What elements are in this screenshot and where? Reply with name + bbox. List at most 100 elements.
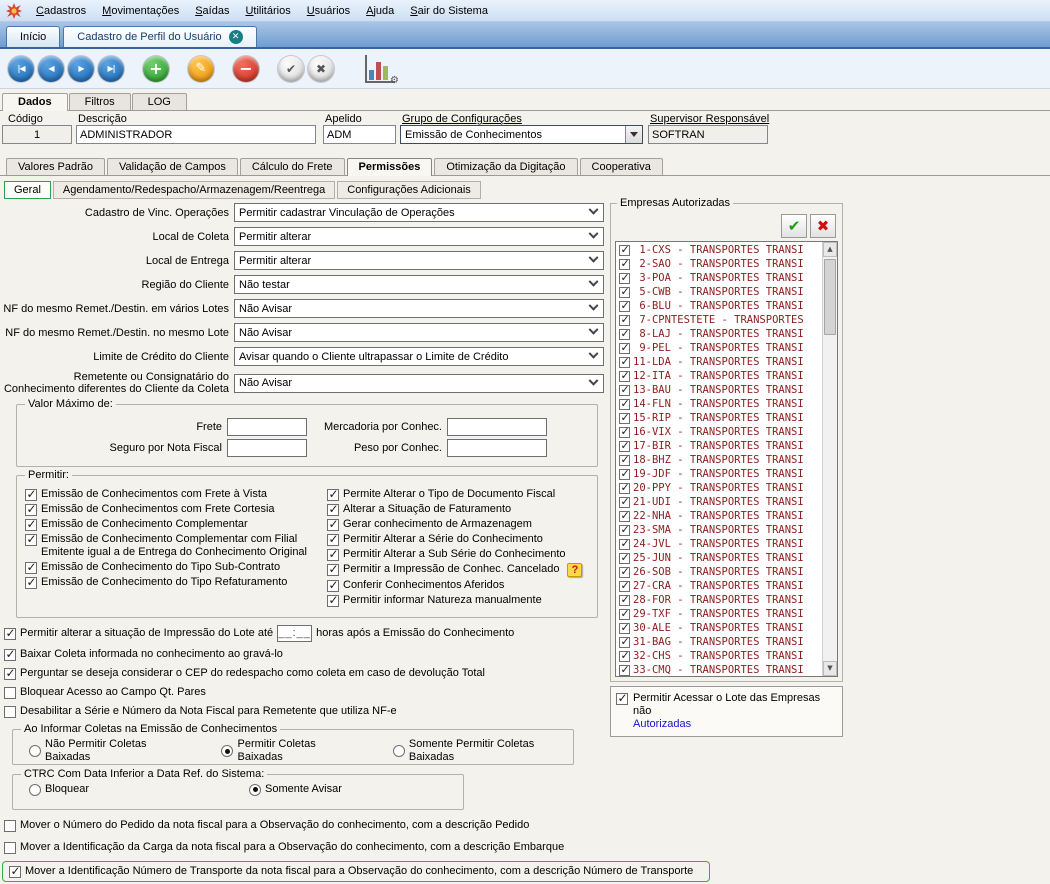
radio-button[interactable]: [29, 745, 41, 757]
company-checkbox[interactable]: [619, 287, 630, 298]
company-checkbox[interactable]: [619, 665, 630, 676]
checkbox[interactable]: [4, 649, 16, 661]
checkbox[interactable]: [327, 489, 339, 501]
company-checkbox[interactable]: [619, 637, 630, 648]
permission-checkbox-item[interactable]: Emissão de Conhecimento do Tipo Refatura…: [25, 576, 327, 589]
company-checkbox[interactable]: [619, 413, 630, 424]
seguro-nota-fiscal-field[interactable]: [227, 439, 307, 457]
checkbox[interactable]: [4, 842, 16, 854]
company-row[interactable]: 20-PPY - TRANSPORTES TRANSI: [616, 481, 822, 495]
radio-option[interactable]: Não Permitir Coletas Baixadas: [29, 738, 179, 764]
company-checkbox[interactable]: [619, 469, 630, 480]
company-row[interactable]: 19-JDF - TRANSPORTES TRANSI: [616, 467, 822, 481]
checkbox[interactable]: [25, 577, 37, 589]
impressao-lote-row[interactable]: Permitir alterar a situação de Impressão…: [0, 625, 604, 642]
company-row[interactable]: 6-BLU - TRANSPORTES TRANSI: [616, 299, 822, 313]
dropdown[interactable]: Avisar quando o Cliente ultrapassar o Li…: [234, 347, 604, 366]
permission-checkbox-item[interactable]: Alterar a Situação de Faturamento: [327, 503, 589, 516]
checkbox[interactable]: [4, 668, 16, 680]
checkbox[interactable]: [327, 595, 339, 607]
permission-checkbox-item[interactable]: Permitir Alterar a Sub Série do Conhecim…: [327, 548, 589, 561]
company-row[interactable]: 16-VIX - TRANSPORTES TRANSI: [616, 425, 822, 439]
radio-option[interactable]: Somente Permitir Coletas Baixadas: [393, 738, 565, 764]
company-row[interactable]: 15-RIP - TRANSPORTES TRANSI: [616, 411, 822, 425]
company-checkbox[interactable]: [619, 539, 630, 550]
apelido-field[interactable]: ADM: [323, 125, 396, 144]
company-checkbox[interactable]: [619, 553, 630, 564]
menu-item[interactable]: Saídas: [187, 3, 237, 19]
checkbox[interactable]: [327, 549, 339, 561]
checkbox[interactable]: [25, 504, 37, 516]
scroll-up-icon[interactable]: ▲: [823, 242, 837, 257]
acessar-lote-row[interactable]: Permitir Acessar o Lote das Empresas não…: [610, 686, 843, 737]
company-row[interactable]: 28-FOR - TRANSPORTES TRANSI: [616, 593, 822, 607]
menu-item[interactable]: Usuários: [299, 3, 358, 19]
mover-transporte-row[interactable]: Mover a Identificação Número de Transpor…: [9, 865, 703, 878]
company-row[interactable]: 5-CWB - TRANSPORTES TRANSI: [616, 285, 822, 299]
tab-calculo-frete[interactable]: Cálculo do Frete: [240, 158, 345, 175]
help-icon[interactable]: ?: [567, 563, 582, 577]
dropdown[interactable]: Permitir alterar: [234, 251, 604, 270]
delete-record-button[interactable]: −: [233, 56, 259, 82]
company-checkbox[interactable]: [619, 609, 630, 620]
company-row[interactable]: 9-PEL - TRANSPORTES TRANSI: [616, 341, 822, 355]
chart-button[interactable]: ⚙: [365, 55, 395, 83]
permission-checkbox-item[interactable]: Permitir informar Natureza manualmente: [327, 594, 589, 607]
option-checkbox-item[interactable]: Baixar Coleta informada no conhecimento …: [0, 648, 604, 661]
checkbox[interactable]: [616, 693, 628, 705]
radio-option[interactable]: Bloquear: [29, 783, 89, 796]
company-row[interactable]: 25-JUN - TRANSPORTES TRANSI: [616, 551, 822, 565]
company-checkbox[interactable]: [619, 385, 630, 396]
option-checkbox-item[interactable]: Bloquear Acesso ao Campo Qt. Pares: [0, 686, 604, 699]
company-checkbox[interactable]: [619, 525, 630, 536]
checkbox[interactable]: [327, 519, 339, 531]
edit-record-button[interactable]: ✎: [188, 56, 214, 82]
dropdown[interactable]: Não Avisar: [234, 374, 604, 393]
company-row[interactable]: 21-UDI - TRANSPORTES TRANSI: [616, 495, 822, 509]
company-checkbox[interactable]: [619, 329, 630, 340]
company-row[interactable]: 30-ALE - TRANSPORTES TRANSI: [616, 621, 822, 635]
scroll-down-icon[interactable]: ▼: [823, 661, 837, 676]
company-checkbox[interactable]: [619, 371, 630, 382]
radio-button[interactable]: [249, 784, 261, 796]
permission-checkbox-item[interactable]: Gerar conhecimento de Armazenagem: [327, 518, 589, 531]
company-checkbox[interactable]: [619, 595, 630, 606]
permission-checkbox-item[interactable]: Permitir Alterar a Série do Conhecimento: [327, 533, 589, 546]
confirm-check-button[interactable]: ✔: [781, 214, 807, 238]
checkbox[interactable]: [9, 866, 21, 878]
tab-cadastro-perfil-usuario[interactable]: Cadastro de Perfil do Usuário ✕: [63, 26, 256, 47]
mover-carga-row[interactable]: Mover a Identificação da Carga da nota f…: [0, 841, 604, 854]
company-row[interactable]: 12-ITA - TRANSPORTES TRANSI: [616, 369, 822, 383]
cancel-button[interactable]: ✖: [308, 56, 334, 82]
checkbox[interactable]: [4, 628, 16, 640]
company-row[interactable]: 3-POA - TRANSPORTES TRANSI: [616, 271, 822, 285]
permission-checkbox-item[interactable]: Emissão de Conhecimentos com Frete Corte…: [25, 503, 327, 516]
cancel-x-button[interactable]: ✖: [810, 214, 836, 238]
checkbox[interactable]: [25, 489, 37, 501]
menu-item[interactable]: Sair do Sistema: [402, 3, 496, 19]
peso-por-conhec-field[interactable]: [447, 439, 547, 457]
nav-last-button[interactable]: ▶|: [98, 56, 124, 82]
dropdown[interactable]: Permitir alterar: [234, 227, 604, 246]
company-checkbox[interactable]: [619, 651, 630, 662]
radio-button[interactable]: [29, 784, 41, 796]
checkbox[interactable]: [25, 519, 37, 531]
company-checkbox[interactable]: [619, 441, 630, 452]
checkbox[interactable]: [327, 534, 339, 546]
company-row[interactable]: 33-CMQ - TRANSPORTES TRANSI: [616, 663, 822, 677]
company-checkbox[interactable]: [619, 623, 630, 634]
tab-agendamento-redespacho[interactable]: Agendamento/Redespacho/Armazenagem/Reent…: [53, 181, 335, 199]
permission-checkbox-item[interactable]: Permite Alterar o Tipo de Documento Fisc…: [327, 488, 589, 501]
company-checkbox[interactable]: [619, 567, 630, 578]
nav-prev-button[interactable]: ◀: [38, 56, 64, 82]
company-row[interactable]: 8-LAJ - TRANSPORTES TRANSI: [616, 327, 822, 341]
company-checkbox[interactable]: [619, 581, 630, 592]
company-row[interactable]: 27-CRA - TRANSPORTES TRANSI: [616, 579, 822, 593]
company-list-scrollbar[interactable]: ▲ ▼: [822, 242, 837, 676]
tab-dados[interactable]: Dados: [2, 93, 68, 111]
menu-item[interactable]: Movimentações: [94, 3, 187, 19]
company-row[interactable]: 13-BAU - TRANSPORTES TRANSI: [616, 383, 822, 397]
company-checkbox[interactable]: [619, 245, 630, 256]
company-checkbox[interactable]: [619, 399, 630, 410]
horas-mask-field[interactable]: __:__: [277, 625, 312, 642]
